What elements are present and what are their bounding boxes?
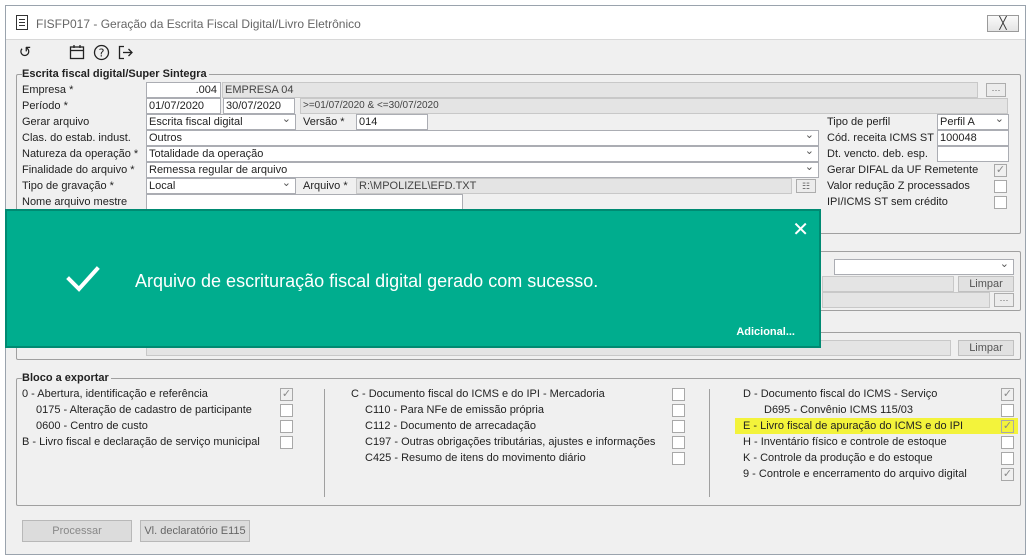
gerar-arquivo-label: Gerar arquivo	[22, 116, 90, 128]
bloco-h-label: H - Inventário físico e controle de esto…	[743, 436, 947, 448]
bloco-0175-label: 0175 - Alteração de cadastro de particip…	[36, 404, 252, 416]
help-icon[interactable]: ?	[92, 44, 110, 62]
gerar-difal-checkbox[interactable]	[994, 164, 1007, 177]
clas-estab-select[interactable]: Outros	[146, 130, 819, 146]
limpar-button-1[interactable]: Limpar	[958, 276, 1014, 292]
periodo-expression: >=01/07/2020 & <=30/07/2020	[300, 98, 1008, 114]
toast-message: Arquivo de escrituração fiscal digital g…	[135, 271, 599, 291]
bloco-0-label: 0 - Abertura, identificação e referência	[22, 388, 208, 400]
bloco-0600-checkbox[interactable]	[280, 420, 293, 433]
bloco-c-label: C - Documento fiscal do ICMS e do IPI - …	[351, 388, 605, 400]
bloco-d-checkbox[interactable]	[1001, 388, 1014, 401]
arquivo-field: R:\MPOLIZEL\EFD.TXT	[356, 178, 792, 194]
document-icon	[16, 15, 28, 30]
finalidade-label: Finalidade do arquivo *	[22, 164, 135, 176]
column-divider-2	[709, 389, 710, 497]
clas-estab-label: Clas. do estab. indust.	[22, 132, 131, 144]
bloco-d-label: D - Documento fiscal do ICMS - Serviço	[743, 388, 938, 400]
bloco-b-label: B - Livro fiscal e declaração de serviço…	[22, 436, 260, 448]
calendar-icon[interactable]	[68, 44, 86, 62]
bloco-c197-label: C197 - Outras obrigações tributárias, aj…	[365, 436, 656, 448]
bloco-exportar-title: Bloco a exportar	[22, 372, 111, 384]
versao-label: Versão *	[303, 116, 345, 128]
exit-icon[interactable]	[116, 44, 134, 62]
bloco-b-checkbox[interactable]	[280, 436, 293, 449]
bloco-k-label: K - Controle da produção e do estoque	[743, 452, 933, 464]
middle-select[interactable]	[834, 259, 1014, 275]
dt-vencto-label: Dt. vencto. deb. esp.	[827, 148, 928, 160]
tipo-gravacao-label: Tipo de gravação *	[22, 180, 114, 192]
bloco-9-checkbox[interactable]	[1001, 468, 1014, 481]
limpar-button-2[interactable]: Limpar	[958, 340, 1014, 356]
periodo-label: Período *	[22, 100, 68, 112]
tipo-perfil-label: Tipo de perfil	[827, 116, 891, 128]
bloco-c110-label: C110 - Para NFe de emissão própria	[365, 404, 544, 416]
valor-reducao-label: Valor redução Z processados	[827, 180, 970, 192]
checkmark-icon	[66, 266, 100, 292]
empresa-label: Empresa *	[22, 84, 74, 96]
bloco-c110-checkbox[interactable]	[672, 404, 685, 417]
arquivo-label: Arquivo *	[303, 180, 348, 192]
bloco-c112-checkbox[interactable]	[672, 420, 685, 433]
ipi-icms-label: IPI/ICMS ST sem crédito	[827, 196, 948, 208]
toolbar: ↺ ?	[6, 40, 1025, 66]
svg-text:?: ?	[98, 47, 104, 60]
periodo-fim-field[interactable]: 30/07/2020	[223, 98, 295, 114]
empresa-code-field[interactable]: .004	[146, 82, 221, 98]
tipo-perfil-select[interactable]: Perfil A	[937, 114, 1009, 130]
arquivo-browse-button[interactable]: ☷	[796, 179, 816, 193]
toast-close-icon[interactable]: ✕	[792, 217, 809, 242]
undo-icon[interactable]: ↺	[16, 44, 34, 62]
bloco-c197-checkbox[interactable]	[672, 436, 685, 449]
bloco-d695-checkbox[interactable]	[1001, 404, 1014, 417]
middle-field-2	[822, 292, 990, 308]
column-divider-1	[324, 389, 325, 497]
gerar-arquivo-select[interactable]: Escrita fiscal digital	[146, 114, 296, 130]
dt-vencto-field[interactable]	[937, 146, 1009, 162]
bloco-0600-label: 0600 - Centro de custo	[36, 420, 148, 432]
escrita-fiscal-title: Escrita fiscal digital/Super Sintegra	[22, 68, 209, 80]
bloco-c425-label: C425 - Resumo de itens do movimento diár…	[365, 452, 586, 464]
bloco-d695-label: D695 - Convênio ICMS 115/03	[764, 404, 913, 416]
tipo-gravacao-select[interactable]: Local	[146, 178, 296, 194]
gerar-difal-label: Gerar DIFAL da UF Remetente	[827, 164, 979, 176]
close-button[interactable]: ╳	[987, 15, 1019, 32]
natureza-select[interactable]: Totalidade da operação	[146, 146, 819, 162]
bloco-e-label: E - Livro fiscal de apuração do ICMS e d…	[743, 420, 964, 432]
title-bar: FISFP017 - Geração da Escrita Fiscal Dig…	[6, 6, 1025, 40]
cod-receita-field[interactable]: 100048	[937, 130, 1009, 146]
cod-receita-label: Cód. receita ICMS ST	[827, 132, 934, 144]
bloco-0175-checkbox[interactable]	[280, 404, 293, 417]
nome-mestre-label: Nome arquivo mestre	[22, 196, 128, 208]
periodo-inicio-field[interactable]: 01/07/2020	[146, 98, 221, 114]
window-title: FISFP017 - Geração da Escrita Fiscal Dig…	[36, 17, 361, 31]
toast-more-link[interactable]: Adicional...	[736, 326, 795, 338]
empresa-name-field: EMPRESA 04	[222, 82, 978, 98]
middle-field-1	[822, 276, 954, 292]
ipi-icms-checkbox[interactable]	[994, 196, 1007, 209]
versao-field[interactable]: 014	[356, 114, 428, 130]
vl-declaratorio-button[interactable]: Vl. declaratório E115	[140, 520, 250, 542]
bloco-c425-checkbox[interactable]	[672, 452, 685, 465]
bloco-e-checkbox[interactable]	[1001, 420, 1014, 433]
bloco-h-checkbox[interactable]	[1001, 436, 1014, 449]
finalidade-select[interactable]: Remessa regular de arquivo	[146, 162, 819, 178]
bloco-k-checkbox[interactable]	[1001, 452, 1014, 465]
valor-reducao-checkbox[interactable]	[994, 180, 1007, 193]
bloco-0-checkbox[interactable]	[280, 388, 293, 401]
bloco-c112-label: C112 - Documento de arrecadação	[365, 420, 537, 432]
bloco-c-checkbox[interactable]	[672, 388, 685, 401]
bloco-9-label: 9 - Controle e encerramento do arquivo d…	[743, 468, 967, 480]
empresa-lookup-button[interactable]: ⋯	[986, 83, 1006, 97]
natureza-label: Natureza da operação *	[22, 148, 139, 160]
nome-mestre-field[interactable]	[146, 194, 463, 210]
processar-button[interactable]: Processar	[22, 520, 132, 542]
middle-lookup-button[interactable]: ⋯	[994, 293, 1014, 307]
success-toast: Arquivo de escrituração fiscal digital g…	[5, 209, 821, 348]
